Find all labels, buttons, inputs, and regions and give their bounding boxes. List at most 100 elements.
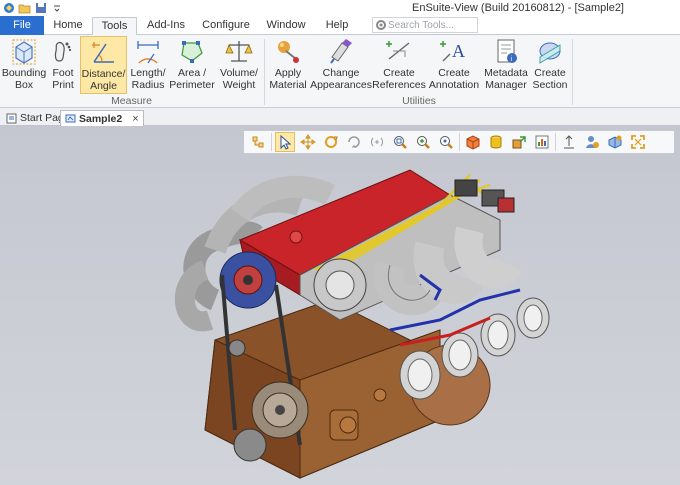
create-references-label-1: Create <box>383 67 415 79</box>
assembly-tree-icon[interactable] <box>248 132 268 152</box>
change-appearances-button[interactable]: Change Appearances <box>310 36 372 94</box>
length-radius-button[interactable]: Length/ Radius <box>129 36 167 94</box>
footprint-label-1: Foot <box>52 67 74 79</box>
spin-icon[interactable] <box>344 132 364 152</box>
group-label-measure: Measure <box>111 95 152 107</box>
align-vertical-icon[interactable] <box>559 132 579 152</box>
distance-angle-icon <box>91 42 114 63</box>
area-perimeter-icon <box>181 41 203 63</box>
length-radius-label-2: Radius <box>131 79 165 91</box>
create-references-button[interactable]: Create References <box>372 36 426 94</box>
search-gear-icon <box>376 20 386 30</box>
metadata-manager-button[interactable]: i Metadata Manager <box>484 36 528 94</box>
tab-configure[interactable]: Configure <box>198 17 254 35</box>
create-annotation-label-2: Annotation <box>428 79 480 91</box>
user-view-icon[interactable] <box>582 132 602 152</box>
rotate-icon[interactable] <box>321 132 341 152</box>
idler-pulley <box>228 339 246 357</box>
save-icon[interactable] <box>34 1 47 14</box>
volume-weight-button[interactable]: Volume/ Weight <box>217 36 261 94</box>
apply-material-icon <box>278 41 299 63</box>
shaded-view-icon[interactable] <box>605 132 625 152</box>
toolbar-separator <box>271 133 272 151</box>
length-radius-label-1: Length/ <box>130 67 166 79</box>
view-orientation-icon[interactable] <box>463 132 483 152</box>
doc-tab-label: Sample2 <box>79 112 123 125</box>
apply-material-label-1: Apply <box>274 67 302 79</box>
footprint-label-2: Print <box>52 79 74 91</box>
volume-weight-icon <box>225 41 253 62</box>
ribbon-panel: Bounding Box Foot Print Distance/ Angle … <box>0 35 680 108</box>
change-appearances-label-2: Appearances <box>310 79 372 91</box>
lower-pulley <box>233 428 267 462</box>
zoom-window-icon[interactable] <box>390 132 410 152</box>
search-input[interactable] <box>388 19 474 31</box>
close-tab-icon[interactable]: × <box>132 113 138 125</box>
footprint-icon <box>54 41 72 62</box>
bounding-box-icon <box>12 39 36 65</box>
ribbon-group-separator <box>572 39 573 105</box>
bounding-box-button[interactable]: Bounding Box <box>2 36 46 94</box>
create-annotation-button[interactable]: A Create Annotation <box>427 36 481 94</box>
zoom-fit-icon[interactable] <box>436 132 456 152</box>
cam-pulley <box>219 251 277 309</box>
explode-icon[interactable] <box>509 132 529 152</box>
chart-report-icon[interactable] <box>532 132 552 152</box>
apply-material-button[interactable]: Apply Material <box>268 36 308 94</box>
bounding-box-label-2: Box <box>14 79 34 91</box>
start-page-icon <box>6 113 17 123</box>
create-section-icon <box>539 42 561 64</box>
svg-text:A: A <box>452 41 465 61</box>
view-toolbar <box>243 130 675 154</box>
distance-angle-button[interactable]: Distance/ Angle <box>80 36 127 94</box>
tab-tools[interactable]: Tools <box>92 17 137 36</box>
create-section-button[interactable]: Create Section <box>531 36 569 94</box>
document-tab-bar: Start Page Sample2 × <box>0 108 680 126</box>
footprint-button[interactable]: Foot Print <box>48 36 78 94</box>
create-annotation-icon: A <box>440 41 465 62</box>
distance-angle-label-1: Distance/ <box>81 68 126 80</box>
bounding-box-label-1: Bounding <box>1 67 47 79</box>
search-box[interactable] <box>372 17 478 33</box>
zoom-in-icon[interactable] <box>413 132 433 152</box>
tab-file[interactable]: File <box>0 16 44 35</box>
tab-home[interactable]: Home <box>48 17 88 35</box>
create-section-label-2: Section <box>532 79 568 91</box>
doc-tab-sample2[interactable]: Sample2 × <box>60 110 144 126</box>
tab-add-ins[interactable]: Add-Ins <box>142 17 190 35</box>
app-logo-icon[interactable] <box>2 1 15 14</box>
volume-weight-label-2: Weight <box>222 79 256 91</box>
toolbar-separator <box>555 133 556 151</box>
open-folder-icon[interactable] <box>18 1 31 14</box>
pan-icon[interactable] <box>298 132 318 152</box>
apply-material-label-2: Material <box>269 79 307 91</box>
ribbon-tab-bar: File Home Tools Add-Ins Configure Window… <box>0 16 680 36</box>
engine-3d-model[interactable] <box>0 154 680 485</box>
crank-pulley <box>251 381 309 439</box>
distance-angle-label-2: Angle <box>90 80 117 92</box>
tab-help[interactable]: Help <box>318 17 356 35</box>
select-pointer-icon[interactable] <box>275 132 295 152</box>
metadata-manager-icon: i <box>497 39 517 63</box>
volume-weight-label-1: Volume/ <box>220 67 258 79</box>
group-label-utilities: Utilities <box>402 95 436 107</box>
toolbar-separator <box>459 133 460 151</box>
tab-window[interactable]: Window <box>262 17 310 35</box>
fullscreen-icon[interactable] <box>628 132 648 152</box>
qat-dropdown-icon[interactable] <box>50 1 63 14</box>
quick-access-toolbar <box>2 1 63 14</box>
window-title: EnSuite-View (Build 20160812) - [Sample2… <box>412 2 624 14</box>
title-bar: EnSuite-View (Build 20160812) - [Sample2… <box>0 0 680 16</box>
create-references-label-2: References <box>372 79 426 91</box>
ribbon-group-separator <box>264 39 265 105</box>
area-perimeter-label-2: Perimeter <box>169 79 215 91</box>
roll-icon[interactable] <box>367 132 387 152</box>
area-perimeter-button[interactable]: Area / Perimeter <box>169 36 215 94</box>
display-style-icon[interactable] <box>486 132 506 152</box>
create-references-icon <box>386 41 410 60</box>
model-file-icon <box>65 114 76 123</box>
create-section-label-1: Create <box>534 67 566 79</box>
length-radius-icon <box>137 41 159 64</box>
metadata-manager-label-2: Manager <box>485 79 527 91</box>
metadata-manager-label-1: Metadata <box>484 67 528 79</box>
